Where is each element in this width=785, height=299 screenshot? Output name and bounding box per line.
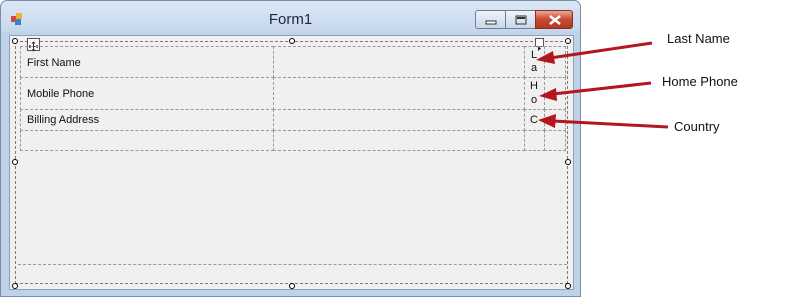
arrow-home-phone — [539, 81, 652, 101]
arrow-last-name — [536, 41, 653, 64]
arrow-country — [538, 114, 669, 129]
annotation-arrows — [536, 41, 669, 129]
